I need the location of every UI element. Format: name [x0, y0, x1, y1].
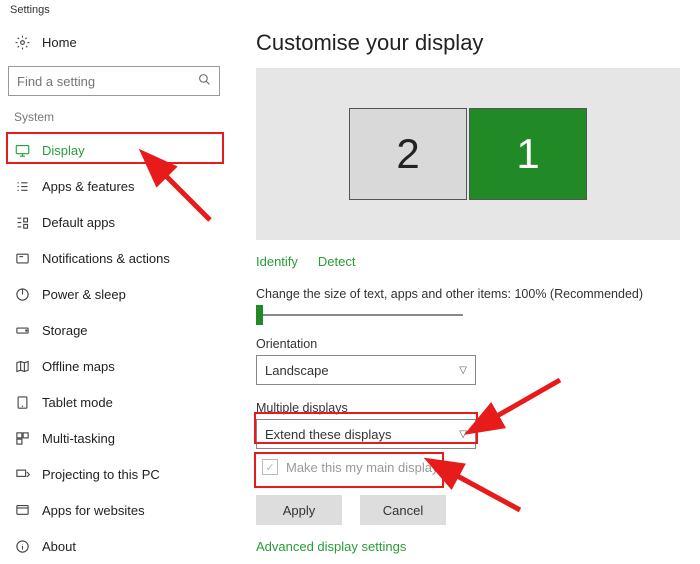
sidebar-item-projecting[interactable]: Projecting to this PC [8, 456, 220, 492]
web-apps-icon [14, 503, 30, 518]
sidebar-item-label: Storage [42, 323, 88, 338]
multiple-displays-value: Extend these displays [265, 427, 391, 442]
slider-thumb[interactable] [256, 305, 263, 325]
sidebar-item-label: Display [42, 143, 85, 158]
make-main-display-checkbox: ✓ Make this my main display [256, 449, 444, 485]
multiple-displays-label: Multiple displays [256, 401, 680, 415]
sidebar-item-label: Tablet mode [42, 395, 113, 410]
slider-track [263, 314, 463, 316]
page-title: Customise your display [256, 30, 680, 56]
sidebar-item-multitasking[interactable]: Multi-tasking [8, 420, 220, 456]
chevron-down-icon: ▽ [459, 365, 467, 376]
sidebar-item-power-sleep[interactable]: Power & sleep [8, 276, 220, 312]
sidebar-item-apps-websites[interactable]: Apps for websites [8, 492, 220, 528]
multitask-icon [14, 431, 30, 446]
sidebar-item-label: Apps for websites [42, 503, 145, 518]
sidebar-item-notifications[interactable]: Notifications & actions [8, 240, 220, 276]
cancel-button[interactable]: Cancel [360, 495, 446, 525]
make-main-display-label: Make this my main display [286, 460, 438, 475]
sidebar-item-label: Default apps [42, 215, 115, 230]
search-input[interactable] [8, 66, 220, 96]
orientation-select[interactable]: Landscape ▽ [256, 355, 476, 385]
sidebar-item-offline-maps[interactable]: Offline maps [8, 348, 220, 384]
list-icon [14, 179, 30, 194]
home-label: Home [42, 35, 77, 50]
project-icon [14, 467, 30, 482]
maps-icon [14, 359, 30, 374]
sidebar-item-default-apps[interactable]: Default apps [8, 204, 220, 240]
default-apps-icon [14, 215, 30, 230]
sidebar-item-apps-features[interactable]: Apps & features [8, 168, 220, 204]
sidebar: Home System Display Apps & features Defa… [0, 24, 228, 563]
chevron-down-icon: ▽ [459, 429, 467, 440]
power-icon [14, 287, 30, 302]
gear-icon [14, 35, 30, 50]
sidebar-item-storage[interactable]: Storage [8, 312, 220, 348]
sidebar-item-label: Power & sleep [42, 287, 126, 302]
category-label: System [8, 104, 220, 132]
main-content: Customise your display 2 1 Identify Dete… [228, 24, 700, 563]
sidebar-item-label: Multi-tasking [42, 431, 115, 446]
multiple-displays-select[interactable]: Extend these displays ▽ [256, 419, 476, 449]
sidebar-item-label: Offline maps [42, 359, 115, 374]
sidebar-item-label: Projecting to this PC [42, 467, 160, 482]
monitor-2[interactable]: 2 [349, 108, 467, 200]
sidebar-item-display[interactable]: Display [8, 132, 220, 168]
sidebar-item-tablet-mode[interactable]: Tablet mode [8, 384, 220, 420]
storage-icon [14, 323, 30, 338]
monitor-1[interactable]: 1 [469, 108, 587, 200]
sidebar-item-about[interactable]: About [8, 528, 220, 564]
display-arrangement[interactable]: 2 1 [256, 68, 680, 240]
apply-button[interactable]: Apply [256, 495, 342, 525]
window-title: Settings [0, 0, 700, 24]
notification-icon [14, 251, 30, 266]
search-field[interactable] [17, 74, 198, 89]
identify-link[interactable]: Identify [256, 254, 298, 269]
scale-label: Change the size of text, apps and other … [256, 287, 680, 301]
about-icon [14, 539, 30, 554]
search-icon [198, 73, 211, 89]
detect-link[interactable]: Detect [318, 254, 356, 269]
sidebar-item-label: Apps & features [42, 179, 135, 194]
sidebar-item-label: Notifications & actions [42, 251, 170, 266]
tablet-icon [14, 395, 30, 410]
orientation-value: Landscape [265, 363, 329, 378]
sidebar-item-label: About [42, 539, 76, 554]
scale-slider[interactable] [256, 305, 680, 325]
advanced-display-settings-link[interactable]: Advanced display settings [256, 539, 406, 554]
orientation-label: Orientation [256, 337, 680, 351]
home-nav[interactable]: Home [8, 24, 220, 60]
checkbox-icon: ✓ [262, 459, 278, 475]
monitor-icon [14, 143, 30, 158]
